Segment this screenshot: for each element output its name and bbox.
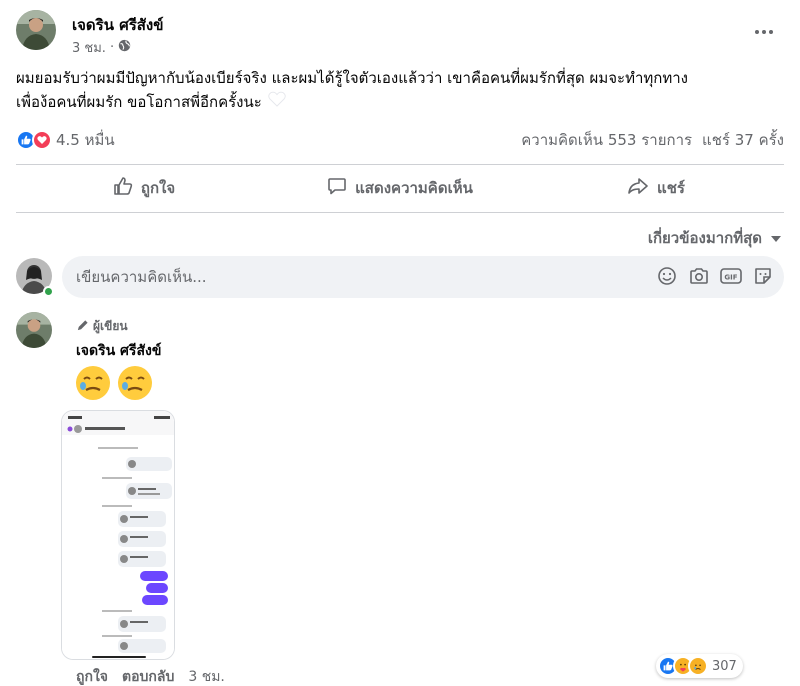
pencil-icon [76, 319, 89, 335]
comment-author-name[interactable]: เจดริน ศรีสังข์ [76, 340, 161, 362]
comments-count[interactable]: ความคิดเห็น 553 รายการ [521, 128, 692, 152]
comment: ผู้เขียน เจดริน ศรีสังข์ 🥲🥲 [16, 312, 784, 686]
comment-actions: ถูกใจ ตอบกลับ 3 ชม. [76, 666, 225, 686]
reaction-count[interactable]: 4.5 หมื่น [56, 128, 115, 152]
author-name[interactable]: เจดริน ศรีสังข์ [72, 13, 164, 37]
post-stats: 4.5 หมื่น ความคิดเห็น 553 รายการ แชร์ 37… [16, 126, 784, 154]
comment-composer: GIF [16, 256, 784, 300]
sticker-icon[interactable] [752, 265, 774, 287]
comment-time[interactable]: 3 ชม. [188, 666, 225, 686]
smiley-icon[interactable] [656, 265, 678, 287]
sort-label: เกี่ยวข้องมากที่สุด [647, 229, 762, 247]
online-status-dot [43, 286, 54, 297]
chat-screenshot-attachment[interactable] [61, 410, 175, 660]
share-button[interactable]: แชร์ [528, 168, 784, 208]
meta-separator: · [109, 40, 115, 55]
post-action-bar: ถูกใจ แสดงความคิดเห็น แชร์ [16, 168, 784, 208]
post-text-line-2: เพื่อง้อคนที่ผมรัก ขอโอกาสพี่อีกครั้งนะ [16, 90, 786, 114]
comment-emojis [74, 364, 154, 406]
author-avatar[interactable] [16, 10, 56, 50]
smiling-tear-emoji [74, 364, 112, 406]
more-options-icon[interactable] [750, 20, 778, 44]
post-time[interactable]: 3 ชม. [72, 37, 106, 58]
post-header: เจดริน ศรีสังข์ 3 ชม. · [16, 10, 784, 56]
like-button[interactable]: ถูกใจ [16, 168, 272, 208]
divider-top [16, 164, 784, 165]
comment-reactions[interactable]: 307 [656, 654, 743, 678]
reaction-icons[interactable] [16, 130, 52, 150]
comment-bubble-icon [327, 176, 347, 200]
comment-reply-button[interactable]: ตอบกลับ [122, 666, 174, 686]
author-badge: ผู้เขียน [76, 317, 128, 336]
post-text-line-2-text: เพื่อง้อคนที่ผมรัก ขอโอกาสพี่อีกครั้งนะ [16, 93, 262, 111]
shares-count[interactable]: แชร์ 37 ครั้ง [702, 128, 784, 152]
comment-button[interactable]: แสดงความคิดเห็น [272, 168, 528, 208]
composer-icons: GIF [656, 265, 774, 287]
post-meta: 3 ชม. · [72, 37, 131, 58]
globe-icon[interactable] [118, 39, 131, 56]
white-heart-icon [268, 90, 286, 114]
camera-icon[interactable] [688, 265, 710, 287]
gif-icon[interactable]: GIF [720, 265, 742, 287]
love-reaction-icon [32, 130, 52, 150]
comment-reaction-count: 307 [712, 658, 737, 674]
post-text-line-1: ผมยอมรับว่าผมมีปัญหากับน้องเบียร์จริง แล… [16, 69, 688, 87]
sad-reaction-icon [688, 656, 708, 676]
post-text: ผมยอมรับว่าผมมีปัญหากับน้องเบียร์จริง แล… [16, 66, 786, 114]
svg-text:GIF: GIF [724, 274, 737, 282]
caret-down-icon [770, 229, 782, 247]
share-button-label: แชร์ [657, 179, 685, 197]
comment-author-avatar[interactable] [16, 312, 52, 348]
like-button-label: ถูกใจ [140, 179, 176, 197]
share-arrow-icon [627, 176, 649, 200]
divider-bottom [16, 212, 784, 213]
author-badge-label: ผู้เขียน [93, 319, 128, 333]
comment-like-button[interactable]: ถูกใจ [76, 666, 108, 686]
thumbs-up-icon [113, 176, 133, 200]
comment-button-label: แสดงความคิดเห็น [355, 179, 473, 197]
comment-sort-dropdown[interactable]: เกี่ยวข้องมากที่สุด [648, 226, 782, 250]
smiling-tear-emoji [116, 364, 154, 406]
